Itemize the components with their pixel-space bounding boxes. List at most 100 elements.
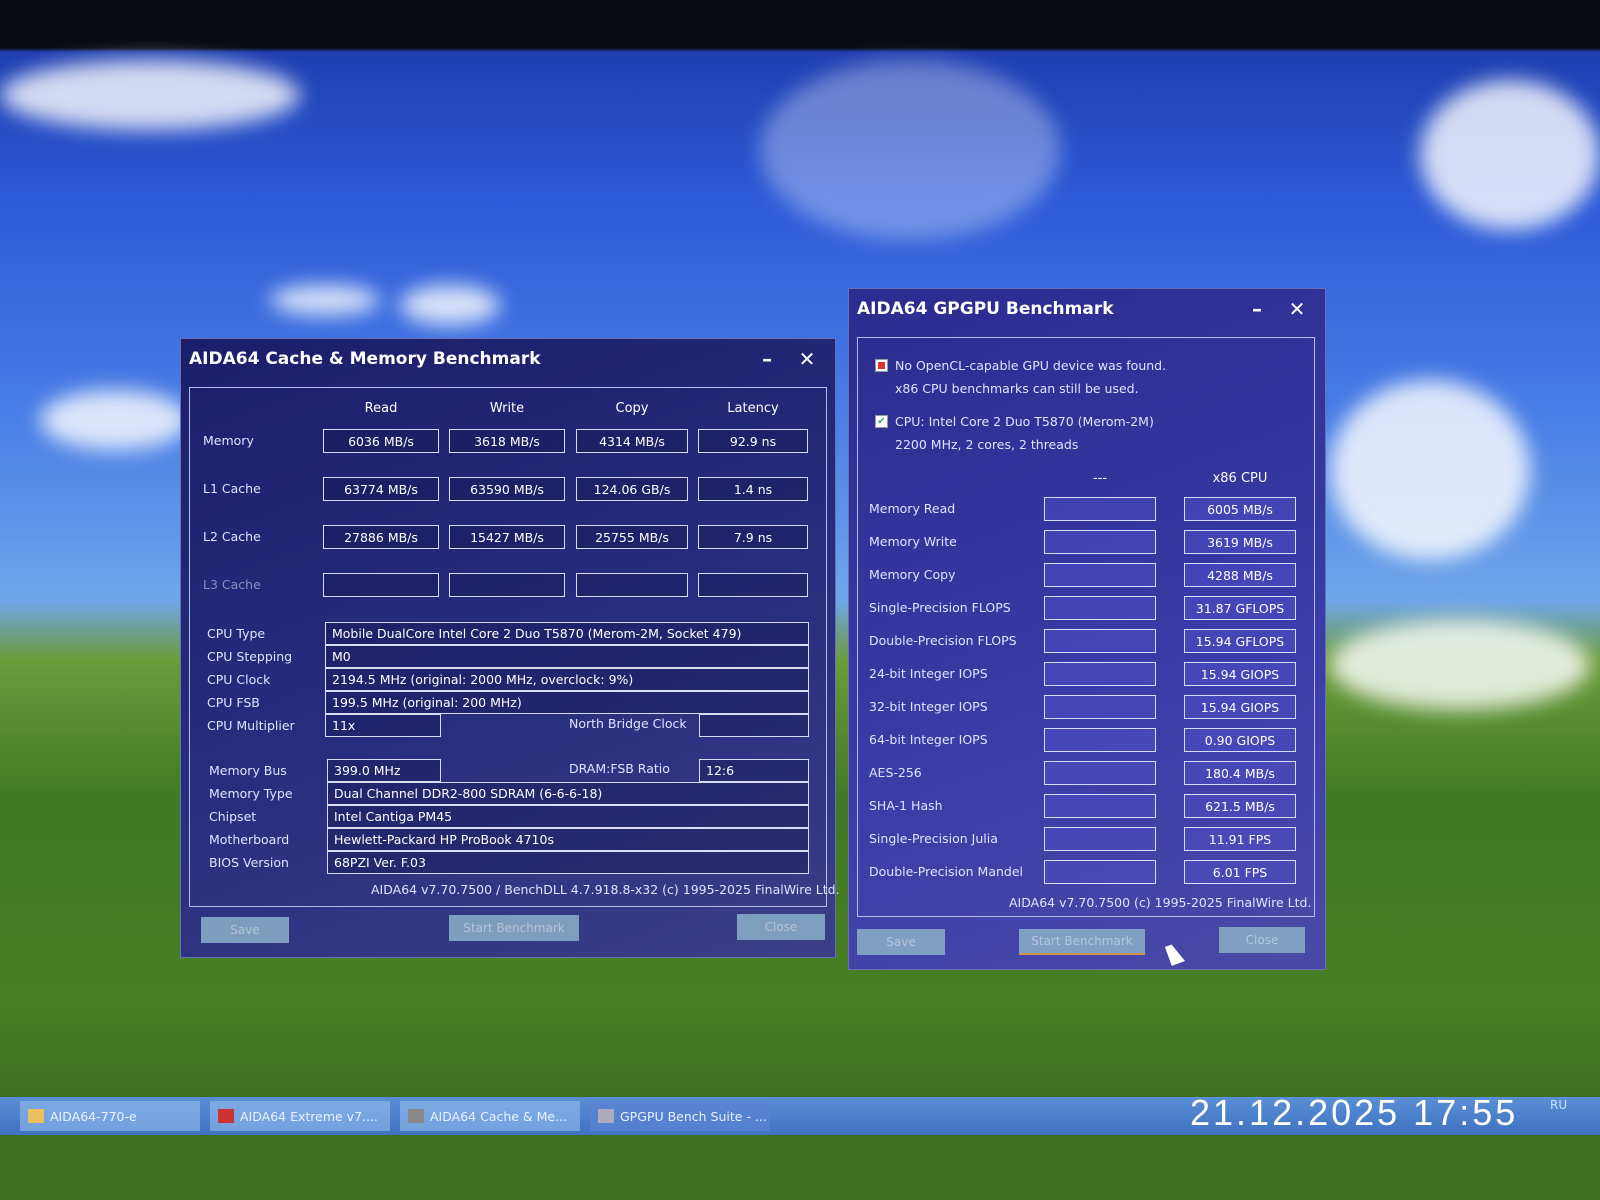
taskbar-item-gpgpu[interactable]: GPGPU Bench Suite - ... <box>590 1101 770 1131</box>
result-cell: 3618 MB/s <box>449 429 565 453</box>
cpu-result-cell: 3619 MB/s <box>1184 530 1296 554</box>
cpu-result-cell: 15.94 GIOPS <box>1184 695 1296 719</box>
result-cell: 6036 MB/s <box>323 429 439 453</box>
result-cell: 1.4 ns <box>698 477 808 501</box>
start-benchmark-button[interactable]: Start Benchmark <box>1019 929 1145 955</box>
gpu-result-cell <box>1044 794 1156 818</box>
gpu-result-cell <box>1044 596 1156 620</box>
row-label: L1 Cache <box>203 481 261 496</box>
taskbar-label: AIDA64 Extreme v7.... <box>240 1108 378 1124</box>
benchmark-label: Single-Precision FLOPS <box>869 600 1011 615</box>
window-title: AIDA64 Cache & Memory Benchmark <box>189 349 541 369</box>
result-cell <box>449 573 565 597</box>
cpu-result-cell: 4288 MB/s <box>1184 563 1296 587</box>
benchmark-label: 24-bit Integer IOPS <box>869 666 988 681</box>
save-button[interactable]: Save <box>201 917 289 943</box>
info-label: CPU Stepping <box>207 649 293 664</box>
column-header-cpu: x86 CPU <box>1212 471 1268 486</box>
close-button[interactable]: Close <box>737 914 825 940</box>
info-label: BIOS Version <box>209 855 289 870</box>
notice-line-1: No OpenCL-capable GPU device was found. <box>895 358 1167 373</box>
version-footer: AIDA64 v7.70.7500 (c) 1995-2025 FinalWir… <box>1009 895 1312 910</box>
title-bar[interactable]: AIDA64 Cache & Memory Benchmark – ✕ <box>181 339 835 379</box>
cpu-multiplier-value: 11x <box>325 714 441 737</box>
benchmark-label: Double-Precision Mandel <box>869 864 1024 879</box>
column-header-read: Read <box>364 401 398 416</box>
start-benchmark-button[interactable]: Start Benchmark <box>449 915 579 941</box>
benchmark-label: Memory Write <box>869 534 957 549</box>
info-label: North Bridge Clock <box>569 716 687 731</box>
result-cell: 63774 MB/s <box>323 477 439 501</box>
info-value: 68PZI Ver. F.03 <box>327 851 809 874</box>
error-icon <box>875 359 888 372</box>
column-header-write: Write <box>489 401 525 416</box>
title-bar[interactable]: AIDA64 GPGPU Benchmark – ✕ <box>849 289 1325 329</box>
info-value: 2194.5 MHz (original: 2000 MHz, overcloc… <box>325 668 809 691</box>
info-label: Memory Bus <box>209 763 287 778</box>
benchmark-label: Single-Precision Julia <box>869 831 998 846</box>
info-label: Memory Type <box>209 786 293 801</box>
info-label: CPU Type <box>207 626 266 641</box>
result-cell: 4314 MB/s <box>576 429 688 453</box>
language-indicator[interactable]: RU <box>1550 1098 1567 1112</box>
gpu-result-cell <box>1044 497 1156 521</box>
info-label: Motherboard <box>209 832 290 847</box>
gpu-result-cell <box>1044 662 1156 686</box>
info-label: CPU Clock <box>207 672 271 687</box>
column-header-gpu: --- <box>1092 471 1108 486</box>
column-header-latency: Latency <box>727 401 779 416</box>
benchmark-label: Double-Precision FLOPS <box>869 633 1017 648</box>
cpu-line-1: CPU: Intel Core 2 Duo T5870 (Merom-2M) <box>895 414 1154 429</box>
save-button[interactable]: Save <box>857 929 945 955</box>
result-cell <box>323 573 439 597</box>
gpu-result-cell <box>1044 629 1156 653</box>
taskbar-item-folder[interactable]: AIDA64-770-e <box>20 1101 200 1131</box>
close-icon[interactable]: ✕ <box>787 347 827 371</box>
window-title: AIDA64 GPGPU Benchmark <box>857 299 1114 319</box>
photo-timestamp: 21.12.2025 17:55 <box>1190 1092 1519 1133</box>
info-label: Chipset <box>209 809 257 824</box>
info-value: M0 <box>325 645 809 668</box>
memory-bus-value: 399.0 MHz <box>327 759 441 782</box>
info-value: Dual Channel DDR2-800 SDRAM (6-6-6-18) <box>327 782 809 805</box>
result-cell <box>698 573 808 597</box>
result-cell: 25755 MB/s <box>576 525 688 549</box>
result-cell: 7.9 ns <box>698 525 808 549</box>
cpu-result-cell: 31.87 GFLOPS <box>1184 596 1296 620</box>
north-bridge-value <box>699 714 809 737</box>
folder-icon <box>28 1109 44 1123</box>
gpu-result-cell <box>1044 695 1156 719</box>
version-footer: AIDA64 v7.70.7500 / BenchDLL 4.7.918.8-x… <box>371 882 840 897</box>
info-value: Intel Cantiga PM45 <box>327 805 809 828</box>
info-value: Hewlett-Packard HP ProBook 4710s <box>327 828 809 851</box>
close-button[interactable]: Close <box>1219 927 1305 953</box>
gpgpu-icon <box>598 1109 614 1123</box>
benchmark-label: 32-bit Integer IOPS <box>869 699 988 714</box>
benchmark-label: AES-256 <box>869 765 922 780</box>
gpgpu-benchmark-window: AIDA64 GPGPU Benchmark – ✕ No OpenCL-cap… <box>848 288 1326 970</box>
minimize-button[interactable]: – <box>1237 297 1277 321</box>
result-cell: 63590 MB/s <box>449 477 565 501</box>
notice-line-2: x86 CPU benchmarks can still be used. <box>895 381 1139 396</box>
minimize-button[interactable]: – <box>747 347 787 371</box>
result-cell: 124.06 GB/s <box>576 477 688 501</box>
taskbar-label: AIDA64-770-e <box>50 1108 137 1124</box>
cpu-checkbox[interactable]: ✔ <box>875 415 888 428</box>
cpu-result-cell: 15.94 GIOPS <box>1184 662 1296 686</box>
row-label: L2 Cache <box>203 529 261 544</box>
gpu-result-cell <box>1044 860 1156 884</box>
cpu-result-cell: 621.5 MB/s <box>1184 794 1296 818</box>
info-label: CPU FSB <box>207 695 260 710</box>
result-cell <box>576 573 688 597</box>
taskbar-item-aida64[interactable]: AIDA64 Extreme v7.... <box>210 1101 390 1131</box>
cpu-result-cell: 6.01 FPS <box>1184 860 1296 884</box>
close-icon[interactable]: ✕ <box>1277 297 1317 321</box>
cache-memory-benchmark-window: AIDA64 Cache & Memory Benchmark – ✕ Read… <box>180 338 840 958</box>
taskbar-item-cache[interactable]: AIDA64 Cache & Me... <box>400 1101 580 1131</box>
cpu-result-cell: 11.91 FPS <box>1184 827 1296 851</box>
taskbar-label: AIDA64 Cache & Me... <box>430 1108 568 1124</box>
cpu-result-cell: 6005 MB/s <box>1184 497 1296 521</box>
column-header-copy: Copy <box>615 401 649 416</box>
benchmark-label: Memory Copy <box>869 567 956 582</box>
result-cell: 27886 MB/s <box>323 525 439 549</box>
